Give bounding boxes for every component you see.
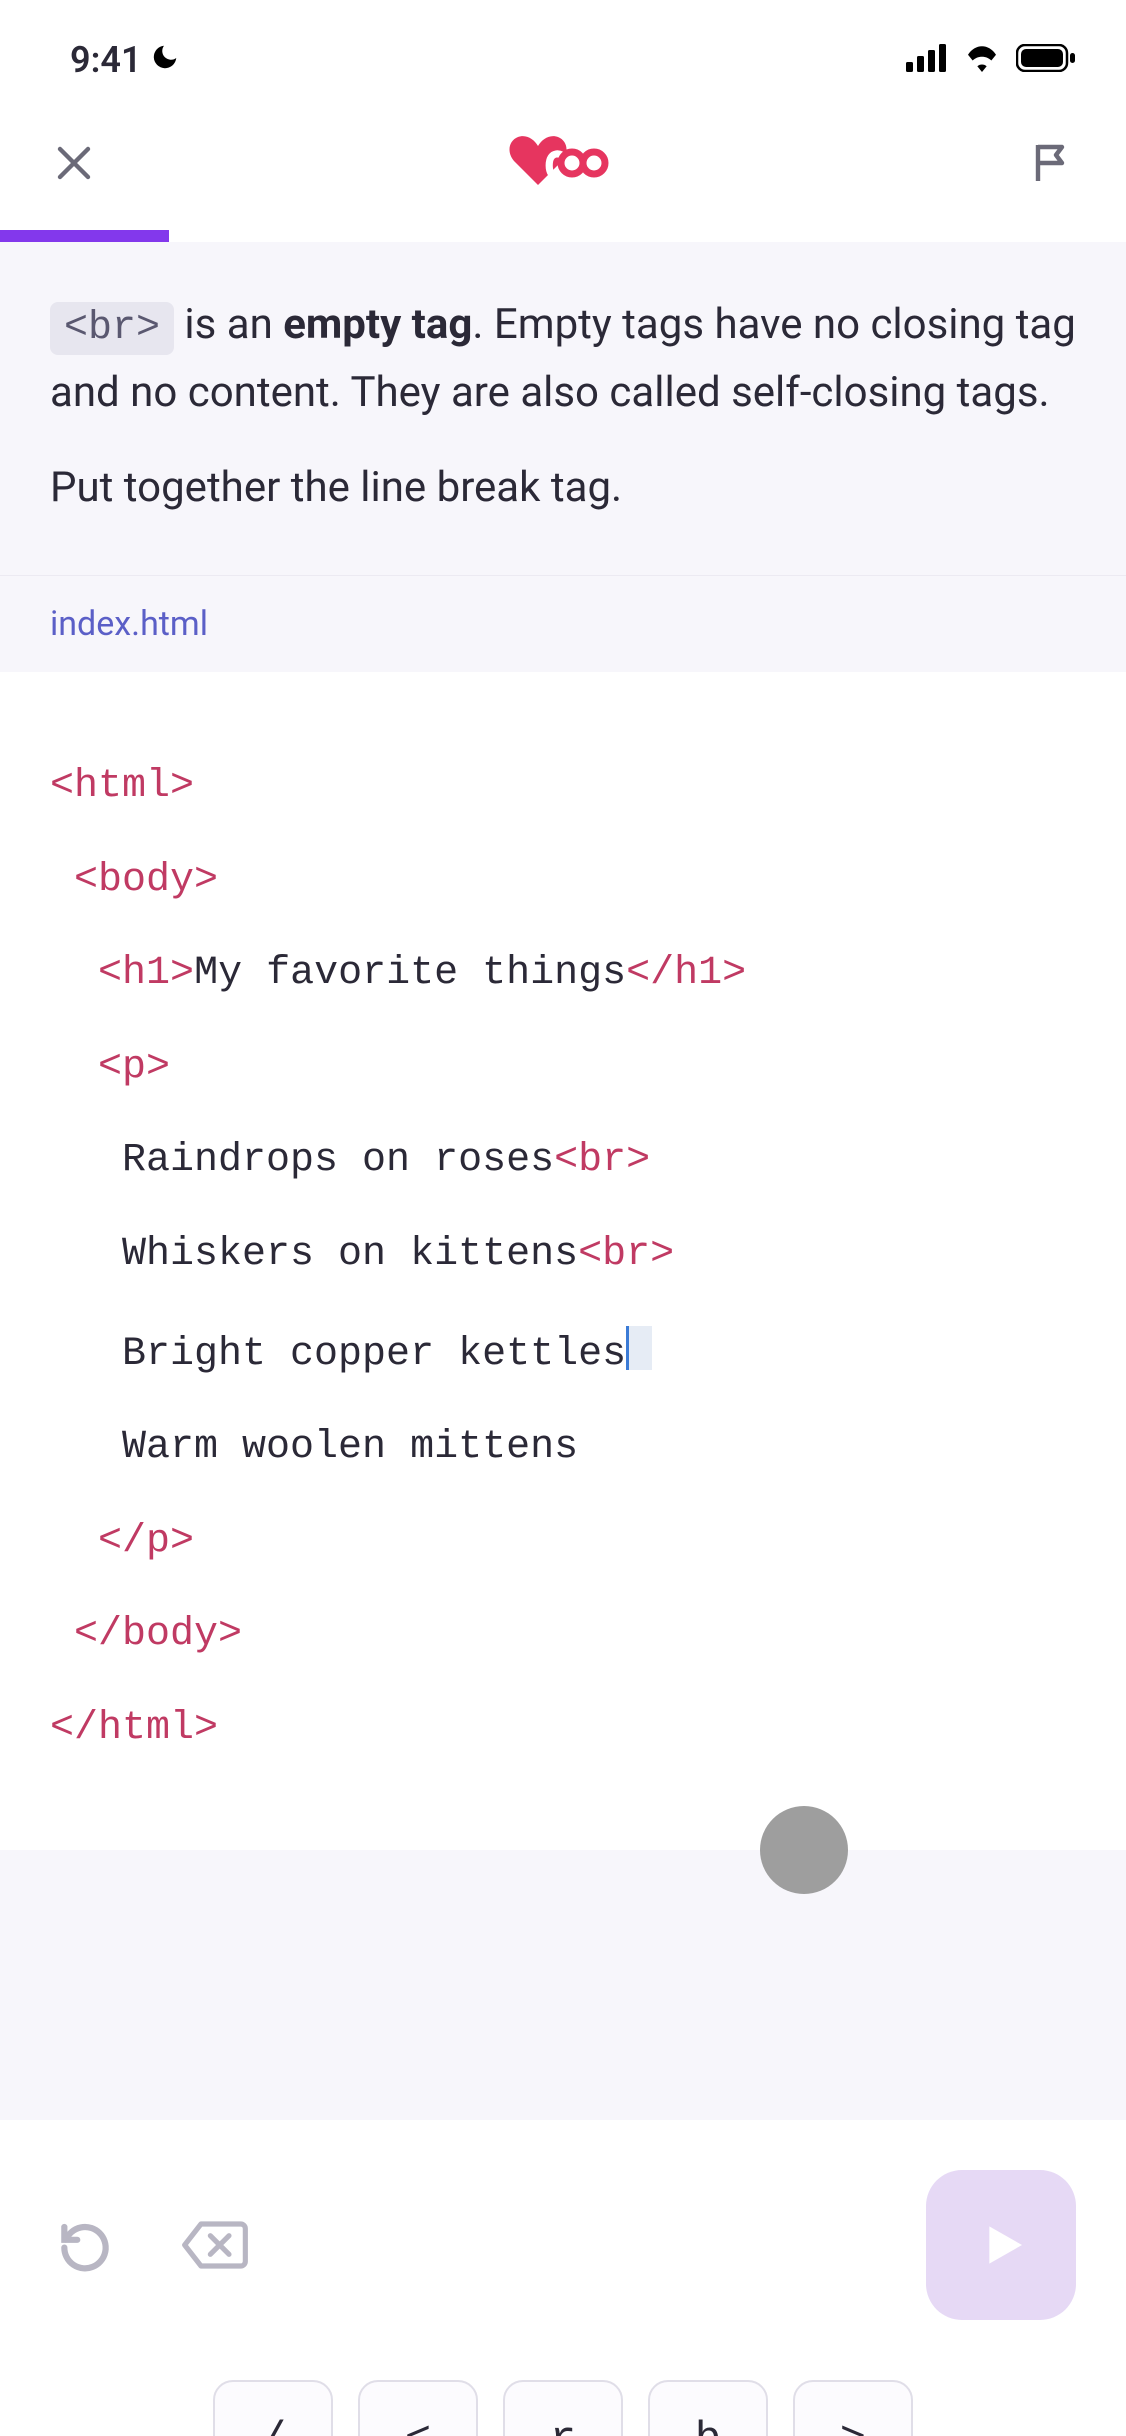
nav-bar — [0, 110, 1126, 230]
code-line: Raindrops on roses<br> — [50, 1138, 1076, 1185]
token-slash[interactable]: / — [213, 2380, 333, 2436]
code-line: Warm woolen mittens — [50, 1425, 1076, 1472]
code-line: Bright copper kettles — [50, 1326, 1076, 1379]
code-line: </p> — [50, 1519, 1076, 1566]
token-r[interactable]: r — [503, 2380, 623, 2436]
status-time-group: 9:41 — [70, 39, 180, 81]
insertion-cursor[interactable] — [626, 1326, 652, 1370]
undo-button[interactable] — [50, 2210, 120, 2280]
file-name-label: index.html — [0, 575, 1126, 672]
instruction-prompt: Put together the line break tag. — [50, 455, 1076, 520]
instruction-panel: <br> is an empty tag. Empty tags have no… — [0, 242, 1126, 575]
code-line: <body> — [50, 858, 1076, 905]
code-line: <html> — [50, 764, 1076, 811]
editor-footer-area — [0, 1850, 1126, 2120]
progress-bar — [0, 230, 1126, 242]
code-line: Whiskers on kittens<br> — [50, 1232, 1076, 1279]
cellular-icon — [906, 44, 948, 76]
heart-infinity-logo — [508, 133, 618, 197]
close-button[interactable] — [50, 139, 98, 191]
code-line: <p> — [50, 1045, 1076, 1092]
controls-row — [0, 2120, 1126, 2350]
controls-left — [50, 2210, 250, 2280]
flag-button[interactable] — [1028, 139, 1076, 191]
run-button[interactable] — [926, 2170, 1076, 2320]
progress-fill — [0, 230, 169, 242]
code-line: <h1>My favorite things</h1> — [50, 951, 1076, 998]
code-editor[interactable]: <html> <body> <h1>My favorite things</h1… — [0, 672, 1126, 1849]
moon-icon — [150, 39, 180, 81]
wifi-icon — [962, 44, 1002, 76]
token-b[interactable]: b — [648, 2380, 768, 2436]
token-lt[interactable]: < — [358, 2380, 478, 2436]
code-line: </html> — [50, 1706, 1076, 1753]
status-bar: 9:41 — [0, 0, 1126, 110]
token-gt[interactable]: > — [793, 2380, 913, 2436]
code-chip-br: <br> — [50, 302, 174, 355]
code-line: </body> — [50, 1612, 1076, 1659]
instruction-text: <br> is an empty tag. Empty tags have no… — [50, 292, 1076, 425]
status-time: 9:41 — [70, 39, 142, 81]
token-row: / < r b > — [0, 2350, 1126, 2436]
assistive-touch-dot[interactable] — [760, 1806, 848, 1894]
battery-icon — [1016, 44, 1076, 76]
backspace-button[interactable] — [180, 2210, 250, 2280]
status-right — [906, 44, 1076, 76]
